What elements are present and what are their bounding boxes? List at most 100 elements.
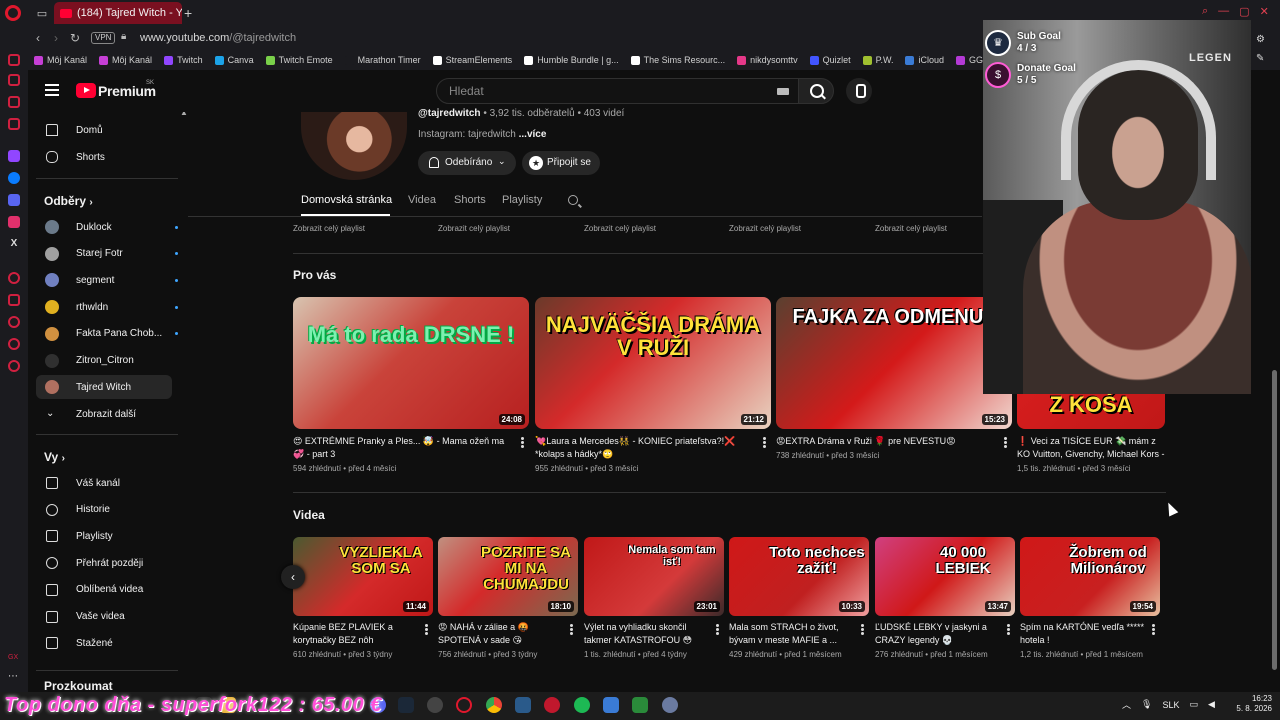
video-title[interactable]: Výlet na vyhliadku skončil takmer KATAST… [584, 621, 712, 647]
new-tab-button[interactable]: + [184, 5, 192, 21]
sidebar-subscription-item[interactable]: Tajred Witch [36, 375, 172, 400]
chrome-icon[interactable] [486, 697, 502, 713]
tray-expand-icon[interactable]: ︿ [1122, 698, 1131, 711]
you-heading[interactable]: Vy › [44, 450, 65, 464]
search-input[interactable] [449, 84, 749, 98]
video-thumbnail[interactable]: Toto nechces zažiť! 10:33 [729, 537, 869, 616]
video-thumbnail[interactable]: 40 000 LEBIEK 13:47 [875, 537, 1015, 616]
vpn-badge[interactable]: VPN [91, 32, 116, 44]
app-icon[interactable] [632, 697, 648, 713]
maximize-icon[interactable]: ▢ [1239, 5, 1249, 18]
sidebar-subscription-item[interactable]: Starej Fotr [36, 242, 178, 266]
youtube-logo-icon[interactable] [76, 83, 96, 98]
channel-avatar[interactable] [301, 112, 407, 180]
sidebar-subscription-item[interactable]: Duklock [36, 215, 178, 239]
video-title[interactable]: ĽUDSKÉ LEBKY v jaskyni a CRAZY legendy 💀 [875, 621, 1003, 647]
url-field[interactable]: www.youtube.com/@tajredwitch [140, 32, 296, 44]
bookmark-item[interactable]: nikdysomttv [731, 55, 804, 65]
more-options-icon[interactable] [570, 624, 573, 635]
sidebar-item-you[interactable]: Stažené [36, 631, 172, 655]
gx-icon[interactable]: GX [8, 652, 20, 664]
mail-icon[interactable] [8, 118, 20, 130]
menu-icon[interactable] [45, 84, 59, 99]
video-title[interactable]: Spím na KARTÓNE vedľa ***** hotela ! [1020, 621, 1148, 647]
more-link[interactable]: ...více [519, 129, 547, 140]
bookmark-item[interactable]: Canva [209, 55, 260, 65]
extensions-icon[interactable] [8, 338, 20, 350]
sidebar-item-shorts[interactable]: Shorts [36, 145, 172, 169]
video-thumbnail[interactable]: Nemala som tam isť! 23:01 [584, 537, 724, 616]
more-options-icon[interactable] [763, 437, 766, 448]
steam-icon[interactable] [398, 697, 414, 713]
scroll-thumb[interactable] [1272, 370, 1277, 670]
obs-icon[interactable] [427, 697, 443, 713]
bookmark-item[interactable]: P.W. [857, 55, 900, 65]
speed-dial-icon[interactable] [8, 54, 20, 66]
video-thumbnail[interactable]: POZRITE SA MI NA CHUMAJDU 18:10 [438, 537, 578, 616]
settings-icon[interactable]: ⚙ [1256, 34, 1265, 45]
reload-icon[interactable]: ↻ [70, 31, 80, 45]
settings-icon[interactable] [8, 360, 20, 372]
sidebar-subscription-item[interactable]: Zitron_Citron [36, 349, 172, 373]
minimize-icon[interactable]: — [1218, 5, 1229, 18]
more-options-icon[interactable] [1152, 624, 1155, 635]
bookmark-item[interactable]: Twitch Emote [260, 55, 339, 65]
channel-tab[interactable]: Videa [408, 194, 436, 206]
opera-logo-icon[interactable] [5, 5, 21, 21]
x-icon[interactable]: X [8, 238, 20, 250]
channel-tab[interactable]: Domovská stránka [301, 194, 392, 206]
video-thumbnail[interactable]: Má to rada DRSNE ! 24:08 [293, 297, 529, 429]
search-tabs-icon[interactable]: ⌕ [1202, 5, 1208, 18]
sidebar-item-you[interactable]: Přehrát později [36, 551, 172, 575]
view-playlist-link[interactable]: Zobrazit celý playlist [729, 224, 801, 233]
close-icon[interactable]: ✕ [1260, 5, 1269, 18]
video-title[interactable]: Mala som STRACH o život, bývam v meste M… [729, 621, 857, 647]
more-options-icon[interactable] [861, 624, 864, 635]
bookmark-item[interactable]: Môj Kanál [93, 55, 158, 65]
video-thumbnail[interactable]: Žobrem od Milionárov 19:54 [1020, 537, 1160, 616]
bookmark-item[interactable]: Humble Bundle | g... [518, 55, 624, 65]
bookmark-item[interactable]: Môj Kanál [28, 55, 93, 65]
more-options-icon[interactable] [1007, 624, 1010, 635]
video-title[interactable]: 😍 EXTRÉMNE Pranky a Ples... 🤯 - Mama ože… [293, 435, 515, 461]
pinboard-icon[interactable] [8, 294, 20, 306]
view-playlist-link[interactable]: Zobrazit celý playlist [438, 224, 510, 233]
discord-icon[interactable] [8, 194, 20, 206]
subscriptions-heading[interactable]: Odběry › [44, 194, 93, 208]
video-title[interactable]: 💘Laura a Mercedes👯 - KONIEC priateľstva?… [535, 435, 757, 461]
sidebar-subscription-item[interactable]: segment [36, 268, 178, 292]
clock[interactable]: 16:23 5. 8. 2026 [1228, 694, 1272, 714]
bookmark-item[interactable]: StreamElements [427, 55, 519, 65]
language-indicator[interactable]: SLK [1162, 700, 1179, 710]
bookmark-item[interactable]: iCloud [899, 55, 950, 65]
more-options-icon[interactable] [425, 624, 428, 635]
sidebar-item-you[interactable]: Historie [36, 498, 172, 522]
mic-tray-icon[interactable]: 🎙︎ [1141, 699, 1152, 710]
workspace-icon[interactable] [8, 96, 20, 108]
twitch-icon[interactable] [8, 150, 20, 162]
tab-manager-icon[interactable]: ▭ [34, 5, 50, 21]
video-thumbnail[interactable]: VYZLIEKLA SOM SA 11:44 [293, 537, 433, 616]
bookmark-item[interactable]: Twitch [158, 55, 209, 65]
history-icon[interactable] [8, 316, 20, 328]
keyboard-icon[interactable] [777, 88, 789, 95]
sidebar-item-you[interactable]: Oblíbená videa [36, 578, 172, 602]
app-icon[interactable] [515, 697, 531, 713]
video-title[interactable]: 😡 NAHÁ v záliве a 🤬 SPOTENÁ v sade 😘 [438, 621, 566, 647]
back-icon[interactable]: ‹ [36, 31, 40, 45]
carousel-previous-button[interactable]: ‹ [281, 565, 305, 589]
show-more-button[interactable]: ⌄ Zobrazit další [36, 402, 172, 426]
sidebar-item-you[interactable]: Playlisty [36, 524, 172, 548]
video-thumbnail[interactable]: NAJVÄČŠIA DRÁMA V RUŽI 21:12 [535, 297, 771, 429]
opera-taskbar-icon[interactable] [456, 697, 472, 713]
video-thumbnail[interactable]: FAJKA ZA ODMENU? 15:23 [776, 297, 1012, 429]
scroll-up-icon[interactable]: ▲ [180, 112, 188, 117]
more-options-icon[interactable] [1004, 437, 1007, 448]
flow-icon[interactable] [8, 272, 20, 284]
channel-description[interactable]: Instagram: tajredwitch ...více [418, 129, 546, 140]
pin-icon[interactable]: ✎ [1256, 53, 1265, 64]
video-title[interactable]: Kúpanie BEZ PLAVIEK a korytnačky BEZ nôh [293, 621, 421, 647]
subscribed-button[interactable]: Odebíráno ⌄ [418, 151, 516, 175]
bookmark-item[interactable]: Marathon Timer [339, 55, 427, 65]
bookmark-item[interactable]: Quizlet [804, 55, 857, 65]
